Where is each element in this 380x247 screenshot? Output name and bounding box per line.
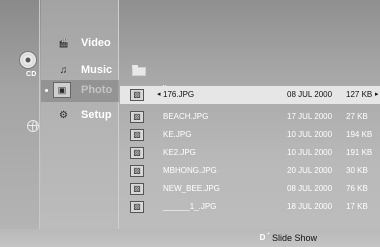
file-list: .. ▨ ◂ 176.JPG 08 JUL 2000 127 KB ▸ ▨ BE… — [120, 0, 380, 229]
file-size: 30 KB — [346, 166, 368, 175]
image-file-icon: ▨ — [130, 111, 144, 123]
file-size: 27 KB — [346, 112, 368, 121]
cd-label: CD — [26, 71, 37, 78]
file-row[interactable]: ▨ ◂ 176.JPG 08 JUL 2000 127 KB ▸ — [120, 86, 380, 104]
menu-item-video[interactable]: 🎬 Video — [41, 33, 119, 55]
file-size: 191 KB — [346, 148, 373, 157]
file-name: MBHONG.JPG — [163, 166, 217, 175]
source-column: CD — [0, 0, 40, 229]
file-date: 08 JUL 2000 — [287, 90, 333, 99]
folder-icon — [132, 65, 146, 76]
active-indicator-icon — [45, 89, 48, 92]
menu-item-music[interactable]: ♫ Music — [41, 60, 119, 82]
file-row[interactable]: ▨ MBHONG.JPG 20 JUL 2000 30 KB — [120, 162, 380, 180]
image-file-icon: ▨ — [130, 147, 144, 159]
media-menu: 🎬 Video ♫ Music ▣ Photo ⚙ Setup — [41, 0, 119, 229]
cd-icon[interactable] — [19, 51, 37, 69]
video-icon: 🎬 — [58, 39, 69, 48]
file-date: 08 JUL 2000 — [287, 184, 333, 193]
file-row[interactable]: ▨ NEW_BEE.JPG 08 JUL 2000 76 KB — [120, 180, 380, 198]
photo-icon: ▣ — [53, 82, 71, 98]
file-date: 10 JUL 2000 — [287, 148, 333, 157]
left-arrow-icon: ◂ — [157, 91, 161, 98]
slide-show-button[interactable]: Slide Show — [272, 233, 317, 243]
d-key-icon: D — [259, 233, 266, 242]
file-date: 18 JUL 2000 — [287, 202, 333, 211]
file-name: BEACH.JPG — [163, 112, 209, 121]
file-name: 176.JPG — [163, 90, 195, 99]
file-name: KE.JPG — [163, 130, 192, 139]
menu-item-label: Photo — [81, 84, 113, 96]
file-row[interactable]: ▨ BEACH.JPG 17 JUL 2000 27 KB — [120, 108, 380, 126]
image-file-icon: ▨ — [130, 165, 144, 177]
file-size: 76 KB — [346, 184, 368, 193]
image-file-icon: ▨ — [130, 183, 144, 195]
menu-item-label: Setup — [81, 109, 112, 121]
music-icon: ♫ — [59, 65, 68, 76]
menu-item-label: Video — [81, 37, 111, 49]
menu-item-setup[interactable]: ⚙ Setup — [41, 105, 119, 127]
file-name: ______1_.JPG — [163, 202, 217, 211]
globe-icon[interactable] — [27, 120, 39, 132]
file-size: 17 KB — [346, 202, 368, 211]
file-row[interactable]: ▨ KE.JPG 10 JUL 2000 194 KB — [120, 126, 380, 144]
file-name: NEW_BEE.JPG — [163, 184, 220, 193]
file-date: 20 JUL 2000 — [287, 166, 333, 175]
setup-icon: ⚙ — [59, 110, 68, 121]
file-date: 10 JUL 2000 — [287, 130, 333, 139]
menu-item-photo[interactable]: ▣ Photo — [41, 80, 119, 102]
right-arrow-icon: ▸ — [375, 91, 379, 98]
file-size: 127 KB — [346, 90, 373, 99]
image-file-icon: ▨ — [130, 129, 144, 141]
menu-item-label: Music — [81, 64, 113, 76]
file-size: 194 KB — [346, 130, 373, 139]
d-key-superscript: + — [267, 231, 270, 237]
file-date: 17 JUL 2000 — [287, 112, 333, 121]
footer-bar: D + Slide Show — [0, 229, 380, 247]
file-name: KE2.JPG — [163, 148, 196, 157]
image-file-icon: ▨ — [130, 201, 144, 213]
file-row[interactable]: ▨ KE2.JPG 10 JUL 2000 191 KB — [120, 144, 380, 162]
file-row[interactable]: ▨ ______1_.JPG 18 JUL 2000 17 KB — [120, 198, 380, 216]
dvd-photo-browser-screen: CD 🎬 Video ♫ Music ▣ Photo ⚙ Setup .. ▨ — [0, 0, 380, 247]
image-file-icon: ▨ — [130, 89, 144, 101]
